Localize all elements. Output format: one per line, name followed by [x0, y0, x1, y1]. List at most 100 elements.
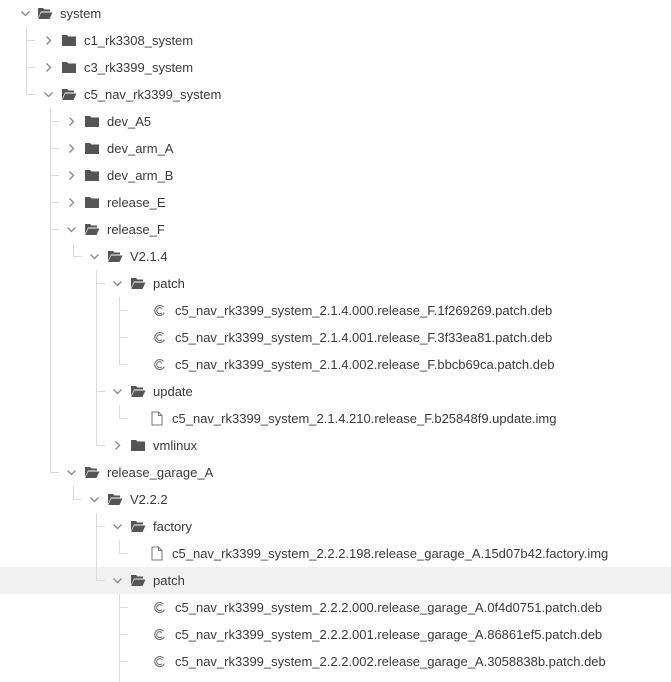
tree-folder-row[interactable]: V2.2.2: [0, 486, 671, 513]
tree-folder-row[interactable]: V2.1.4: [0, 243, 671, 270]
tree-guide-elbow: [50, 121, 59, 122]
tree-item-label: c3_rk3399_system: [84, 60, 194, 75]
tree-item-label: release_garage_A: [107, 465, 214, 480]
chevron-down-icon[interactable]: [112, 386, 123, 397]
chevron-down-icon[interactable]: [112, 521, 123, 532]
chevron-down-icon[interactable]: [89, 494, 100, 505]
tree-item-label: factory: [153, 519, 193, 534]
tree-guide-elbow: [50, 202, 59, 203]
chevron-down-icon[interactable]: [112, 575, 123, 586]
debian-package-icon: [152, 654, 168, 669]
tree-guide-elbow: [96, 526, 105, 527]
chevron-right-icon[interactable]: [66, 197, 77, 208]
chevron-down-icon[interactable]: [89, 251, 100, 262]
tree-item-label: c5_nav_rk3399_system_2.1.4.001.release_F…: [175, 330, 553, 345]
folder-open-icon: [130, 573, 146, 588]
tree-guide-elbow: [119, 553, 128, 554]
tree-item-label: c5_nav_rk3399_system_2.1.4.002.release_F…: [175, 357, 555, 372]
chevron-right-icon[interactable]: [43, 35, 54, 46]
tree-guide-line: [119, 297, 120, 364]
folder-open-icon: [130, 519, 146, 534]
chevron-down-icon[interactable]: [66, 467, 77, 478]
tree-item-label: patch: [153, 573, 185, 588]
tree-item-label: system: [60, 6, 102, 21]
tree-item-label: release_F: [107, 222, 165, 237]
chevron-right-icon[interactable]: [112, 440, 123, 451]
folder-open-icon: [130, 276, 146, 291]
tree-item-label: dev_arm_A: [107, 141, 174, 156]
tree-guide-elbow: [50, 175, 59, 176]
tree-guide-elbow: [50, 229, 59, 230]
tree-item-label: c5_nav_rk3399_system_2.2.2.000.release_g…: [175, 600, 603, 615]
chevron-down-icon[interactable]: [66, 224, 77, 235]
tree-folder-row[interactable]: c5_nav_rk3399_system: [0, 81, 671, 108]
folder-icon: [61, 60, 77, 75]
tree-item-label: patch: [153, 276, 185, 291]
tree-folder-row[interactable]: release_garage_A: [0, 459, 671, 486]
tree-item-label: vmlinux: [153, 438, 198, 453]
tree-item-label: dev_arm_B: [107, 168, 174, 183]
tree-guide-elbow: [26, 40, 35, 41]
chevron-down-icon[interactable]: [43, 89, 54, 100]
tree-item-label: c1_rk3308_system: [84, 33, 194, 48]
tree-guide-elbow: [119, 661, 128, 662]
tree-item-label: c5_nav_rk3399_system_2.1.4.000.release_F…: [175, 303, 553, 318]
debian-package-icon: [152, 330, 168, 345]
chevron-right-icon[interactable]: [43, 62, 54, 73]
tree-folder-row[interactable]: c1_rk3308_system: [0, 27, 671, 54]
tree-folder-row[interactable]: dev_A5: [0, 108, 671, 135]
tree-guide-elbow: [26, 67, 35, 68]
chevron-down-icon[interactable]: [112, 278, 123, 289]
folder-icon: [84, 114, 100, 129]
folder-open-icon: [61, 87, 77, 102]
tree-guide-line: [73, 486, 74, 499]
folder-open-icon: [84, 465, 100, 480]
tree-guide-elbow: [96, 580, 105, 581]
tree-item-label: dev_A5: [107, 114, 152, 129]
tree-file-row[interactable]: c5_nav_rk3399_system_2.1.4.002.release_F…: [0, 351, 671, 378]
debian-package-icon: [152, 600, 168, 615]
tree-file-row[interactable]: c5_nav_rk3399_system_2.2.2.000.release_g…: [0, 594, 671, 621]
tree-file-row[interactable]: c5_nav_rk3399_system_2.2.2.001.release_g…: [0, 621, 671, 648]
folder-icon: [84, 168, 100, 183]
tree-folder-row[interactable]: dev_arm_B: [0, 162, 671, 189]
tree-file-row[interactable]: c5_nav_rk3399_system_2.2.2.198.release_g…: [0, 540, 671, 567]
tree-item-label: c5_nav_rk3399_system: [84, 87, 222, 102]
tree-folder-row[interactable]: system: [0, 0, 671, 27]
tree-file-row[interactable]: c5_nav_rk3399_system_2.1.4.210.release_F…: [0, 405, 671, 432]
tree-file-row[interactable]: c5_nav_rk3399_system_2.1.4.000.release_F…: [0, 297, 671, 324]
file-tree: system c1_rk3308_system c3_rk3399_system c5…: [0, 0, 671, 682]
tree-guide-elbow: [26, 94, 35, 95]
tree-folder-row[interactable]: release_E: [0, 189, 671, 216]
chevron-right-icon[interactable]: [66, 116, 77, 127]
tree-folder-row[interactable]: dev_arm_A: [0, 135, 671, 162]
chevron-right-icon[interactable]: [66, 170, 77, 181]
tree-guide-elbow: [119, 634, 128, 635]
tree-guide-elbow: [96, 283, 105, 284]
tree-guide-elbow: [73, 499, 82, 500]
tree-folder-row[interactable]: c3_rk3399_system: [0, 54, 671, 81]
tree-guide-elbow: [50, 472, 59, 473]
debian-package-icon: [152, 357, 168, 372]
tree-item-label: c5_nav_rk3399_system_2.1.4.210.release_F…: [172, 411, 557, 426]
tree-guide-line: [50, 108, 51, 472]
tree-guide-elbow: [119, 337, 128, 338]
folder-icon: [84, 195, 100, 210]
folder-open-icon: [37, 6, 53, 21]
tree-folder-row[interactable]: release_F: [0, 216, 671, 243]
tree-file-row[interactable]: c5_nav_rk3399_system_2.2.2.002.release_g…: [0, 648, 671, 675]
tree-item-label: c5_nav_rk3399_system_2.2.2.002.release_g…: [175, 654, 606, 669]
tree-file-row[interactable]: c5_nav_rk3399_system_2.1.4.001.release_F…: [0, 324, 671, 351]
folder-icon: [130, 438, 146, 453]
tree-guide-line: [119, 405, 120, 418]
tree-item-label: release_E: [107, 195, 166, 210]
chevron-down-icon[interactable]: [20, 8, 31, 19]
tree-guide-line: [26, 27, 27, 94]
tree-guide-elbow: [50, 148, 59, 149]
tree-guide-elbow: [119, 310, 128, 311]
tree-guide-line: [96, 513, 97, 580]
chevron-right-icon[interactable]: [66, 143, 77, 154]
folder-open-icon: [84, 222, 100, 237]
folder-open-icon: [107, 492, 123, 507]
tree-guide-elbow: [73, 256, 82, 257]
